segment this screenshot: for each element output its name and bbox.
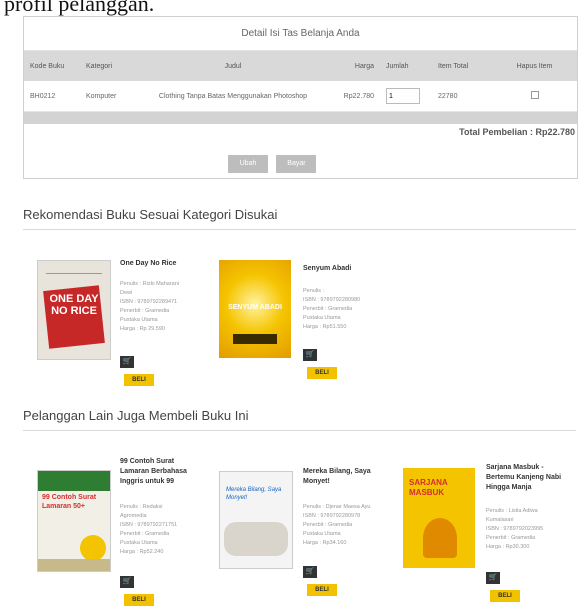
cover-title: 99 Contoh Surat Lamaran 50+ (42, 494, 97, 510)
cart-icon: 🛒 (303, 566, 317, 578)
detail-line: Harga : Rp34.160 (303, 540, 347, 546)
detail-line: Harga : Rp52.240 (120, 549, 164, 555)
detail-line: Dewi (120, 290, 133, 296)
cover-title: ONE DAY NO RICE (49, 293, 99, 317)
detail-line: Penerbit : Gramedia (486, 535, 536, 541)
cart-actions: Ubah Bayar (228, 152, 320, 173)
total-purchase: Total Pembelian : Rp22.780 (459, 127, 575, 137)
detail-line: Pustaka Utama (120, 317, 158, 323)
detail-line: Penulis : (303, 288, 325, 294)
detail-line: Penerbit : Gramedia (120, 531, 170, 537)
cart-icon: 🛒 (120, 576, 134, 588)
book-cover-4[interactable]: Mereka Bilang, Saya Monyet! (219, 471, 293, 569)
detail-line: Penerbit : Gramedia (120, 308, 170, 314)
cover-title: Mereka Bilang, Saya Monyet! (226, 487, 282, 501)
detail-line: ISBN : 9789792271751 (120, 522, 178, 528)
book-cover-3[interactable]: 99 Contoh Surat Lamaran 50+ (37, 470, 111, 572)
cover-band (233, 334, 277, 344)
buy-label: BELI (307, 584, 337, 596)
buy-button[interactable]: 🛒 BELI (120, 356, 154, 386)
book-cover-5[interactable]: SARJANA MASBUK (403, 468, 475, 568)
detail-line: Harga : Rp51.550 (303, 324, 347, 330)
buy-button[interactable]: 🛒BELI (486, 572, 520, 602)
book-cover-2[interactable]: SENYUM ABADI (219, 260, 291, 358)
buy-label: BELI (124, 374, 154, 386)
col-header-item-total: Item Total (438, 62, 469, 70)
cell-remove (492, 81, 577, 112)
others-divider (23, 430, 576, 431)
col-header-category: Kategori (86, 62, 113, 70)
col-header-code: Kode Buku (30, 62, 65, 70)
detail-line: Harga : Rp30.300 (486, 544, 530, 550)
cover-badge (80, 535, 106, 561)
recommend-divider (23, 229, 576, 230)
cover-band (38, 471, 110, 491)
detail-line: Penerbit : Gramedia (303, 522, 353, 528)
detail-line: ISBN : 9789792280978 (303, 513, 361, 519)
cover-line (46, 273, 102, 274)
book-title[interactable]: Sarjana Masbuk - Bertemu Kanjeng Nabi Hi… (486, 463, 570, 493)
buy-button[interactable]: 🛒 BELI (303, 566, 337, 596)
detail-line: Penulis : Listia Adiwa (486, 508, 538, 514)
detail-line: ISBN : 9789792289471 (120, 299, 178, 305)
col-header-price: Harga (354, 62, 374, 70)
buy-label: BELI (307, 367, 337, 379)
cart-row: BH0212 Komputer Clothing Tanpa Batas Men… (24, 81, 577, 112)
cart-icon: 🛒 (486, 572, 500, 584)
cover-title: SARJANA MASBUK (409, 478, 448, 497)
pay-button[interactable]: Bayar (276, 155, 317, 173)
detail-line: Pustaka Utama (120, 540, 158, 546)
book-details: Penulis : ISBN : 9789792280980 Penerbit … (303, 287, 383, 332)
book-details: Penulis : Rizki Maharani Dewi ISBN : 978… (120, 280, 200, 334)
book-cover-1[interactable]: ONE DAY NO RICE (37, 260, 111, 360)
detail-line: ISBN : 9789792023995 (486, 526, 544, 532)
cell-title: Clothing Tanpa Batas Menggunakan Photosh… (142, 81, 324, 112)
cell-qty (380, 81, 432, 112)
cart-icon: 🛒 (303, 349, 317, 361)
cell-category: Komputer (80, 81, 142, 112)
qty-input[interactable] (386, 88, 420, 104)
detail-line: Penulis : Redaksi (120, 504, 163, 510)
col-header-qty: Jumlah (386, 62, 409, 70)
buy-label: BELI (124, 594, 154, 606)
others-section-title: Pelanggan Lain Juga Membeli Buku Ini (23, 408, 249, 423)
detail-line: Pustaka Utama (303, 531, 341, 537)
book-details: Penulis : Listia Adiwa Kumalasari ISBN :… (486, 507, 570, 552)
cover-photo (224, 522, 288, 556)
book-title[interactable]: Senyum Abadi (303, 264, 383, 274)
detail-line: Harga : Rp 29.590 (120, 326, 165, 332)
detail-line: Pustaka Utama (303, 315, 341, 321)
cart-header-row: Kode Buku Kategori Judul Harga Jumlah It… (24, 51, 577, 81)
col-header-title: Judul (224, 62, 242, 70)
cart-title: Detail Isi Tas Belanja Anda (24, 17, 577, 51)
cell-item-total: 22780 (432, 81, 492, 112)
buy-button[interactable]: 🛒 BELI (303, 349, 337, 379)
book-details: Penulis : Redaksi Agromedia ISBN : 97897… (120, 503, 200, 557)
book-title[interactable]: One Day No Rice (120, 259, 200, 269)
detail-line: Penulis : Djenar Maesa Ayu (303, 504, 371, 510)
recommend-section-title: Rekomendasi Buku Sesuai Kategori Disukai (23, 207, 278, 222)
detail-line: Penerbit : Gramedia (303, 306, 353, 312)
cart-icon: 🛒 (120, 356, 134, 368)
detail-line: Agromedia (120, 513, 147, 519)
book-title[interactable]: Mereka Bilang, Saya Monyet! (303, 467, 383, 487)
detail-line: ISBN : 9789792280980 (303, 297, 361, 303)
detail-line: Kumalasari (486, 517, 514, 523)
book-details: Penulis : Djenar Maesa Ayu ISBN : 978979… (303, 503, 383, 548)
remove-item-checkbox[interactable] (530, 91, 539, 99)
detail-line: Penulis : Rizki Maharani (120, 281, 179, 287)
cover-figure (423, 518, 457, 558)
update-button[interactable]: Ubah (228, 155, 268, 173)
book-title[interactable]: 99 Contoh Surat Lamaran Berbahasa Inggri… (120, 457, 200, 487)
cart-table: Kode Buku Kategori Judul Harga Jumlah It… (24, 51, 577, 124)
cover-title: SENYUM ABADI (228, 304, 282, 311)
buy-button[interactable]: 🛒 BELI (120, 576, 154, 606)
cell-code: BH0212 (24, 81, 80, 112)
cell-price: Rp22.780 (324, 81, 380, 112)
col-header-remove: Hapus Item (516, 62, 553, 70)
cover-base (38, 559, 110, 571)
top-caption: profil pelanggan. (4, 0, 155, 16)
cart-footer-bar (24, 111, 577, 124)
